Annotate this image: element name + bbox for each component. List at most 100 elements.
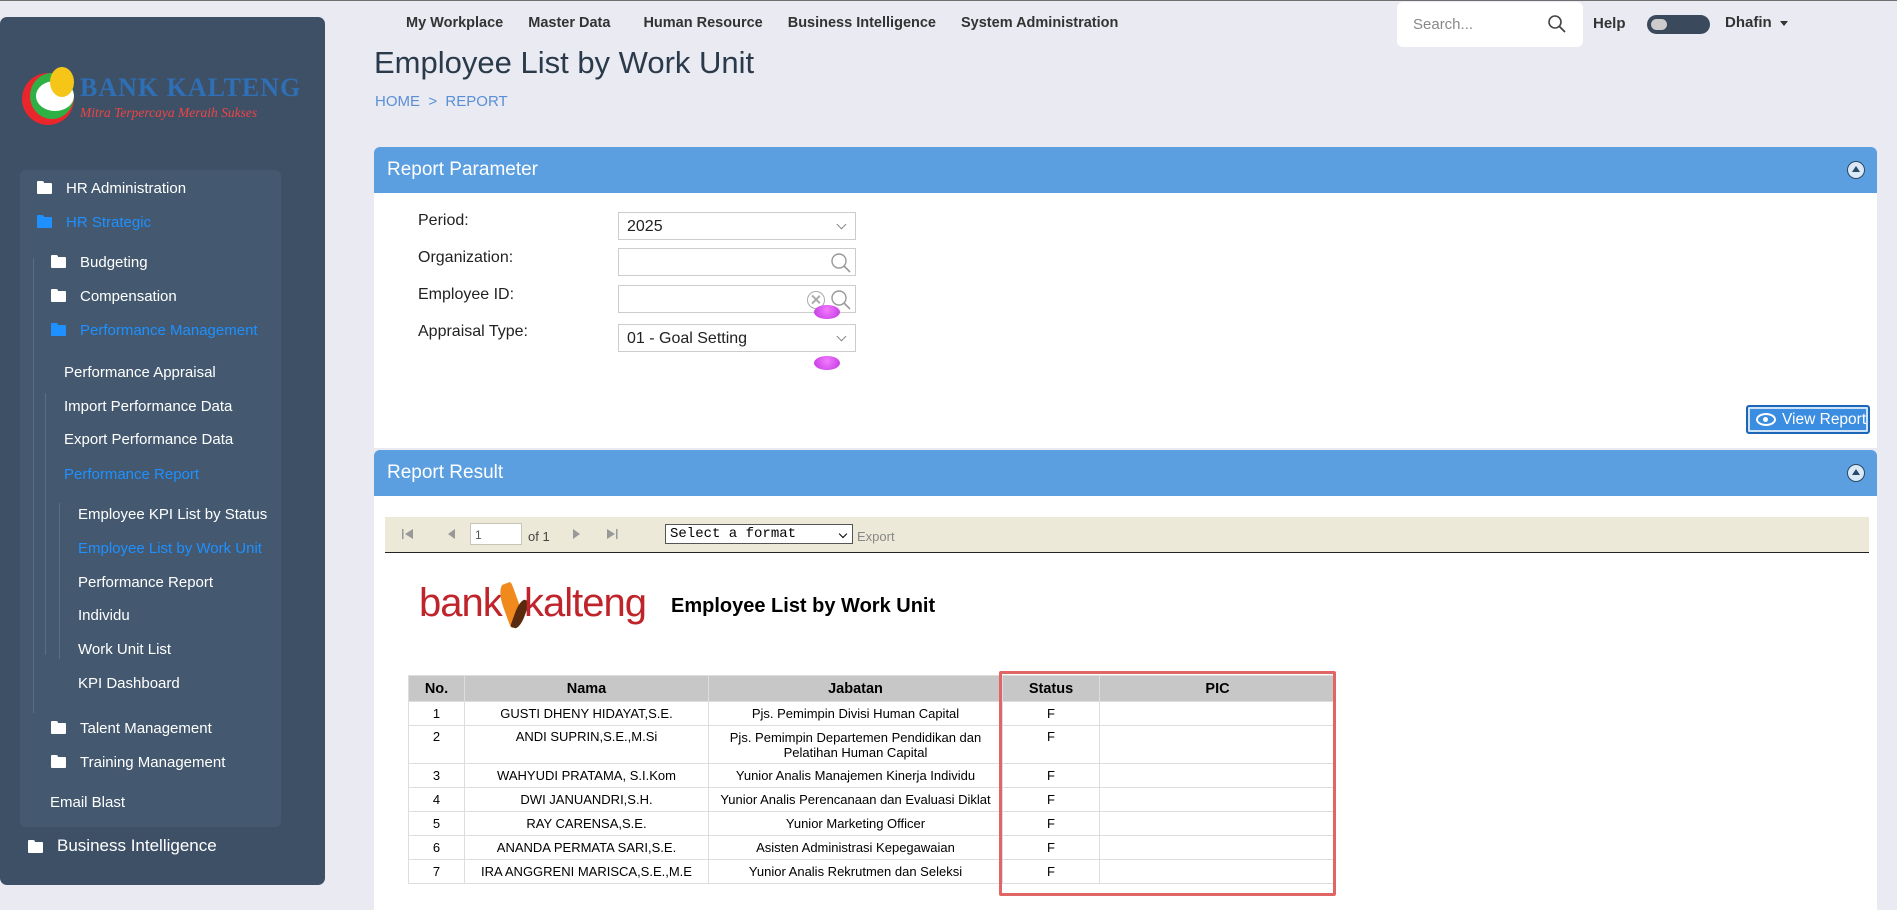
column-header: No. — [408, 675, 465, 702]
first-page-icon[interactable] — [401, 527, 415, 541]
table-cell-nama: IRA ANGGRENI MARISCA,S.E.,M.E — [464, 859, 709, 884]
table-cell-no: 2 — [408, 725, 465, 764]
report-viewer-toolbar: 1 of 1 Select a format Export — [385, 517, 1869, 553]
sidebar-item-kpi-dashboard[interactable]: KPI Dashboard — [78, 675, 180, 692]
sidebar-item-email-blast[interactable]: Email Blast — [50, 794, 125, 811]
chevron-down-icon — [836, 331, 847, 342]
sidebar-item-import-performance-data[interactable]: Import Performance Data — [64, 398, 232, 415]
organization-label: Organization: — [418, 249, 514, 266]
report-parameter-title: Report Parameter — [387, 159, 539, 180]
bank-kalteng-report-logo: bank kalteng — [419, 577, 647, 637]
marker-icon — [814, 305, 840, 319]
table-cell-nama: GUSTI DHENY HIDAYAT,S.E. — [464, 701, 709, 726]
table-cell-jabatan: Yunior Analis Manajemen Kinerja Individu — [708, 763, 1003, 788]
table-cell-no: 5 — [408, 811, 465, 836]
chevron-down-icon — [836, 219, 847, 230]
sidebar-item-hr-administration[interactable]: HR Administration — [37, 180, 186, 197]
report-parameter-header[interactable]: Report Parameter — [374, 147, 1877, 193]
nav-my-workplace[interactable]: My Workplace — [406, 15, 503, 31]
folder-icon — [51, 323, 66, 336]
employee-id-label: Employee ID: — [418, 286, 515, 303]
period-select[interactable]: 2025 — [618, 212, 856, 240]
table-cell-jabatan: Yunior Analis Perencanaan dan Evaluasi D… — [708, 787, 1003, 812]
logo-name: BANK KALTENG — [80, 73, 302, 102]
period-label: Period: — [418, 212, 469, 229]
sidebar-item-hr-strategic[interactable]: HR Strategic — [37, 214, 151, 231]
nav-master-data[interactable]: Master Data — [528, 15, 610, 31]
column-header: Jabatan — [708, 675, 1003, 702]
sidebar-item-individu[interactable]: Individu — [78, 607, 130, 624]
sidebar-item-compensation[interactable]: Compensation — [51, 288, 177, 305]
top-navigation: My Workplace Master Data Human Resource … — [406, 15, 1143, 31]
sidebar-item-employee-list-work-unit[interactable]: Employee List by Work Unit — [78, 540, 262, 557]
report-parameter-panel — [374, 193, 1877, 448]
folder-icon — [51, 255, 66, 268]
table-cell-no: 1 — [408, 701, 465, 726]
sidebar-menu: HR Administration HR Strategic Budgeting… — [20, 170, 281, 827]
search-icon[interactable] — [1547, 14, 1567, 34]
sidebar-item-performance-appraisal[interactable]: Performance Appraisal — [64, 364, 216, 381]
table-cell-no: 6 — [408, 835, 465, 860]
table-cell-nama: WAHYUDI PRATAMA, S.I.Kom — [464, 763, 709, 788]
sidebar-item-budgeting[interactable]: Budgeting — [51, 254, 148, 271]
avatar[interactable] — [1647, 15, 1710, 34]
page-count: of 1 — [528, 529, 550, 544]
sidebar-item-business-intelligence[interactable]: Business Intelligence — [28, 836, 217, 856]
folder-icon — [51, 755, 66, 768]
view-report-button[interactable]: View Report — [1746, 405, 1870, 434]
export-format-select[interactable]: Select a format — [665, 524, 853, 544]
table-cell-no: 4 — [408, 787, 465, 812]
table-cell-nama: DWI JANUANDRI,S.H. — [464, 787, 709, 812]
appraisal-type-label: Appraisal Type: — [418, 323, 528, 340]
last-page-icon[interactable] — [605, 527, 619, 541]
search-icon[interactable] — [830, 252, 852, 274]
export-link[interactable]: Export — [857, 529, 895, 544]
report-result-title: Report Result — [387, 462, 504, 483]
marker-icon — [814, 356, 840, 370]
highlight-box — [999, 671, 1336, 896]
user-menu[interactable]: Dhafin — [1725, 14, 1788, 31]
table-cell-jabatan: Yunior Analis Rekrutmen dan Seleksi — [708, 859, 1003, 884]
sidebar-item-performance-report[interactable]: Performance Report — [64, 466, 199, 483]
collapse-icon[interactable] — [1847, 464, 1865, 482]
search-input[interactable]: Search... — [1413, 16, 1473, 33]
collapse-icon[interactable] — [1847, 161, 1865, 179]
bank-kalteng-logo: BANK KALTENG Mitra Terpercaya Meraih Suk… — [22, 53, 300, 127]
table-cell-nama: ANANDA PERMATA SARI,S.E. — [464, 835, 709, 860]
nav-system-administration[interactable]: System Administration — [961, 15, 1118, 31]
table-cell-jabatan: Pjs. Pemimpin Divisi Human Capital — [708, 701, 1003, 726]
help-link[interactable]: Help — [1593, 15, 1626, 32]
folder-icon — [51, 289, 66, 302]
table-cell-jabatan: Pjs. Pemimpin Departemen Pendidikan dan … — [708, 725, 1003, 764]
breadcrumb[interactable]: HOME > REPORT — [375, 93, 508, 110]
sidebar-item-performance-management[interactable]: Performance Management — [51, 322, 258, 339]
table-cell-no: 3 — [408, 763, 465, 788]
table-cell-no: 7 — [408, 859, 465, 884]
table-cell-jabatan: Asisten Administrasi Kepegawaian — [708, 835, 1003, 860]
folder-icon — [37, 215, 52, 228]
organization-field[interactable] — [618, 248, 856, 276]
page-number-input[interactable]: 1 — [470, 523, 522, 545]
sidebar: BANK KALTENG Mitra Terpercaya Meraih Suk… — [0, 17, 325, 885]
nav-human-resource[interactable]: Human Resource — [643, 15, 762, 31]
sidebar-item-employee-kpi-list[interactable]: Employee KPI List by Status — [78, 506, 267, 523]
nav-business-intelligence[interactable]: Business Intelligence — [788, 15, 936, 31]
previous-page-icon[interactable] — [445, 527, 459, 541]
sidebar-item-performance-report-sub[interactable]: Performance Report — [78, 574, 213, 591]
next-page-icon[interactable] — [569, 527, 583, 541]
report-result-header[interactable]: Report Result — [374, 450, 1877, 496]
sidebar-item-talent-management[interactable]: Talent Management — [51, 720, 212, 737]
logo-tagline: Mitra Terpercaya Meraih Sukses — [80, 105, 258, 120]
search-box[interactable]: Search... — [1397, 2, 1583, 47]
sidebar-item-export-performance-data[interactable]: Export Performance Data — [64, 431, 233, 448]
folder-icon — [51, 721, 66, 734]
column-header: Nama — [464, 675, 709, 702]
report-title: Employee List by Work Unit — [671, 595, 936, 617]
top-border — [0, 0, 1897, 1]
appraisal-type-select[interactable]: 01 - Goal Setting — [618, 324, 856, 352]
folder-icon — [37, 181, 52, 194]
folder-icon — [28, 840, 43, 853]
table-cell-nama: RAY CARENSA,S.E. — [464, 811, 709, 836]
sidebar-item-training-management[interactable]: Training Management — [51, 754, 225, 771]
sidebar-item-work-unit-list[interactable]: Work Unit List — [78, 641, 171, 658]
